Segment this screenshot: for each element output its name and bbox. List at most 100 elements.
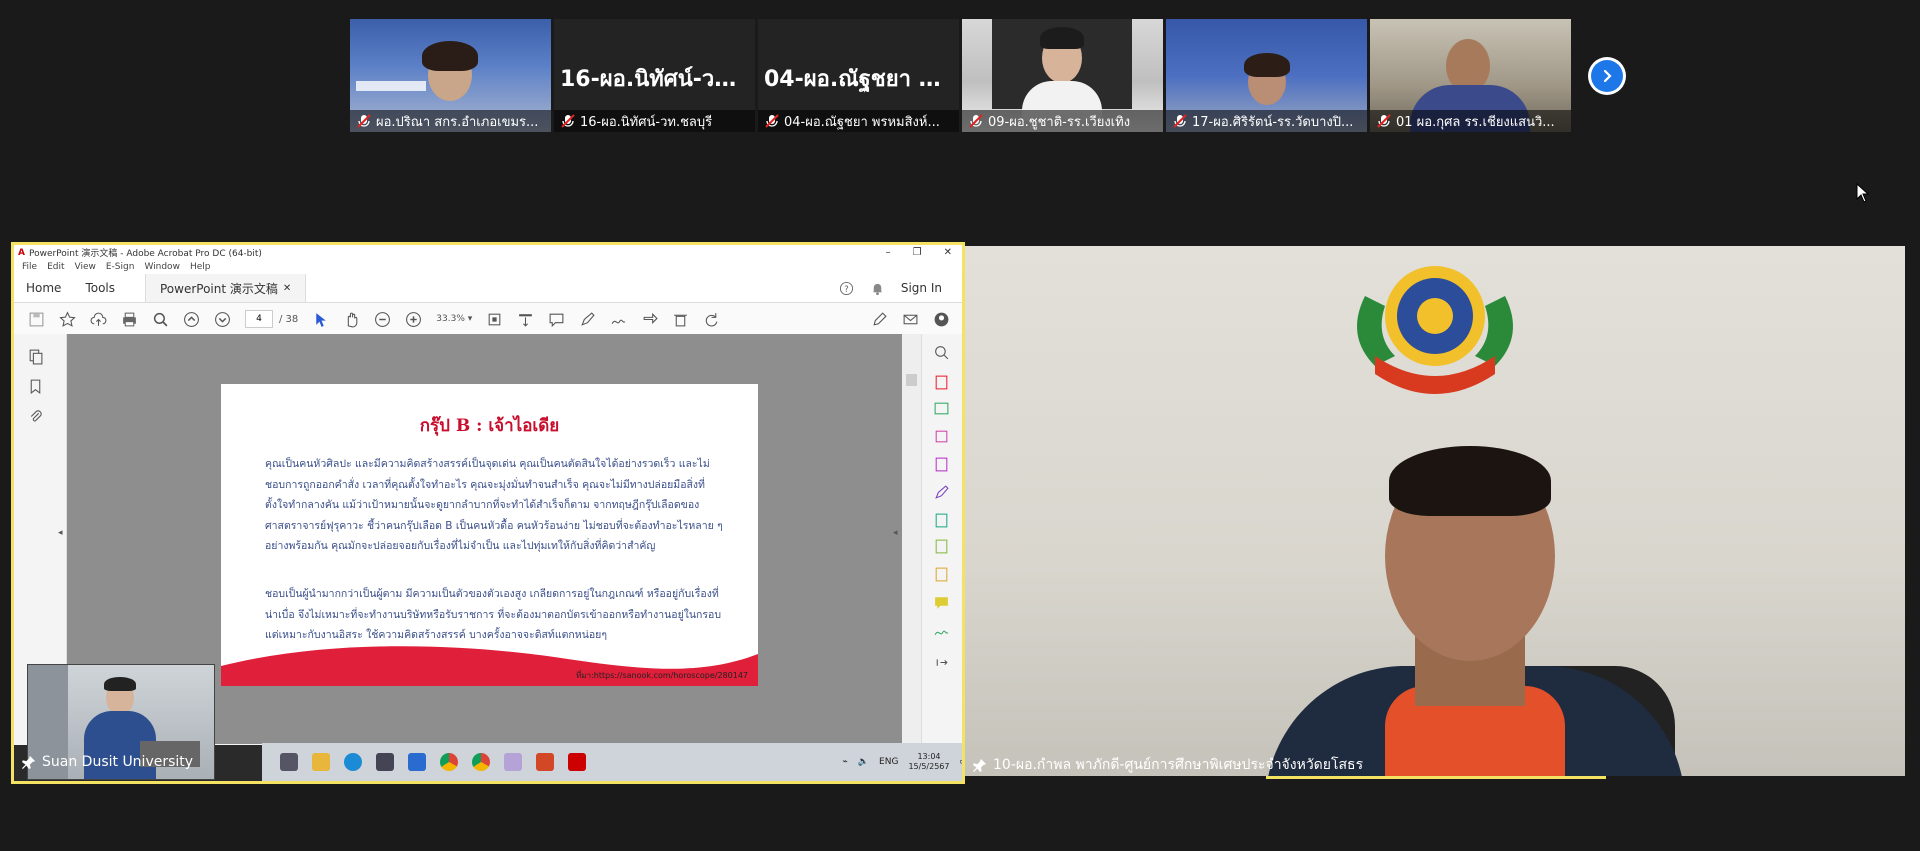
mic-muted-icon: [1173, 114, 1187, 128]
menu-view[interactable]: View: [75, 262, 96, 272]
participant-tile[interactable]: 04-ผอ.ณัฐชยา พ... 04-ผอ.ณัฐชยา พรหมสิงห์…: [758, 19, 959, 132]
scroll-mode-icon[interactable]: [517, 311, 534, 328]
participant-caption: 17-ผอ.ศิริรัตน์-รร.วัดบางปิ...: [1166, 110, 1367, 132]
zoom-search-icon[interactable]: [933, 344, 950, 361]
tab-home[interactable]: Home: [14, 281, 73, 295]
close-tab-icon[interactable]: ✕: [283, 283, 291, 294]
sign-in-button[interactable]: Sign In: [901, 281, 942, 295]
active-speaker-indicator: [1266, 776, 1606, 779]
fill-sign-icon[interactable]: [933, 484, 950, 501]
star-icon[interactable]: [59, 310, 76, 328]
search-icon[interactable]: [152, 311, 169, 328]
mic-muted-icon: [561, 114, 575, 128]
comment-icon[interactable]: [548, 311, 565, 328]
svg-text:?: ?: [844, 283, 848, 293]
participant-name-placeholder: 16-ผอ.นิทัศน์-วท...: [560, 67, 754, 92]
school-emblem-image: [1357, 266, 1513, 394]
combine-files-icon[interactable]: [933, 456, 950, 473]
edge-icon[interactable]: [344, 753, 362, 771]
clock[interactable]: 13:04 15/5/2567: [908, 752, 949, 772]
previous-page-icon[interactable]: [183, 311, 200, 328]
tab-tools[interactable]: Tools: [73, 281, 127, 295]
volume-icon[interactable]: 🔈: [858, 757, 869, 767]
next-page-button[interactable]: [1588, 57, 1626, 95]
acrobat-toolbar: / 38 33.3% ▾: [14, 303, 962, 336]
help-icon[interactable]: ?: [839, 281, 854, 296]
comment-tool-icon[interactable]: [933, 594, 950, 611]
zoom-in-icon[interactable]: [405, 311, 422, 328]
participant-tile[interactable]: 01 ผอ.กุศล รร.เชียงแสนวิ...: [1370, 19, 1571, 132]
print-icon[interactable]: [121, 311, 138, 328]
menu-window[interactable]: Window: [144, 262, 180, 272]
file-explorer-icon[interactable]: [312, 753, 330, 771]
collapse-right-icon[interactable]: ◂: [893, 528, 898, 538]
slide-title: กรุ๊ป B : เจ้าไอเดีย: [419, 416, 560, 436]
rotate-icon[interactable]: [703, 311, 720, 328]
select-cursor-icon[interactable]: [312, 311, 329, 328]
page-thumbnails-icon[interactable]: [27, 348, 44, 365]
collapse-left-icon[interactable]: ◂: [58, 528, 63, 538]
share-tile-caption: Suan Dusit University: [22, 754, 193, 770]
menu-esign[interactable]: E-Sign: [106, 262, 135, 272]
tab-document[interactable]: PowerPoint 演示文稿 ✕: [145, 274, 307, 302]
edit-pdf-icon[interactable]: [933, 428, 950, 445]
attachment-icon[interactable]: [27, 408, 44, 425]
participant-caption: 16-ผอ.นิทัศน์-วท.ชลบุรี: [554, 110, 755, 132]
mail-app-icon[interactable]: [408, 753, 426, 771]
acrobat-taskbar-icon[interactable]: [568, 753, 586, 771]
chrome-profile-icon[interactable]: [472, 753, 490, 771]
task-view-icon[interactable]: [280, 753, 298, 771]
next-page-icon[interactable]: [214, 311, 231, 328]
hand-tool-icon[interactable]: [343, 311, 360, 328]
protect-icon[interactable]: [933, 566, 950, 583]
powerpoint-icon[interactable]: [536, 753, 554, 771]
zoom-level-select[interactable]: 33.3% ▾: [436, 314, 472, 324]
participant-tile[interactable]: 16-ผอ.นิทัศน์-วท... 16-ผอ.นิทัศน์-วท.ชลบ…: [554, 19, 755, 132]
menu-bar: File Edit View E-Sign Window Help: [14, 260, 962, 274]
close-icon[interactable]: ✕: [944, 247, 952, 258]
minimize-icon[interactable]: –: [886, 247, 891, 258]
export-pdf-icon[interactable]: [933, 374, 950, 391]
menu-edit[interactable]: Edit: [47, 262, 64, 272]
participant-tile[interactable]: 17-ผอ.ศิริรัตน์-รร.วัดบางปิ...: [1166, 19, 1367, 132]
windows-taskbar: ⌁ 🔈 ENG 13:04 15/5/2567 ▭: [262, 743, 962, 781]
save-icon[interactable]: [28, 311, 45, 328]
participant-tile[interactable]: ผอ.ปริณา สกร.อำเภอเขมร...: [350, 19, 551, 132]
store-icon[interactable]: [376, 753, 394, 771]
trash-icon[interactable]: [672, 311, 689, 328]
edit-pen-icon[interactable]: [871, 311, 888, 328]
slide-source: ที่มา:https://sanook.com/horoscope/28014…: [576, 671, 748, 680]
share-export-icon[interactable]: [641, 311, 658, 328]
bookmark-icon[interactable]: [27, 378, 44, 395]
paint-icon[interactable]: [504, 753, 522, 771]
collapse-pane-icon[interactable]: [933, 654, 950, 671]
speaker-video-tile[interactable]: 10-ผอ.กำพล พาภักดี-ศูนย์การศึกษาพิเศษประ…: [965, 246, 1905, 776]
upload-cloud-icon[interactable]: [90, 311, 107, 328]
screen-share-tile[interactable]: A PowerPoint 演示文稿 - Adobe Acrobat Pro DC…: [11, 242, 965, 784]
participant-tile[interactable]: 09-ผอ.ชูชาติ-รร.เวียงเทิง: [962, 19, 1163, 132]
organize-pages-icon[interactable]: [933, 512, 950, 529]
user-account-icon[interactable]: [933, 311, 950, 328]
participant-caption: ผอ.ปริณา สกร.อำเภอเขมร...: [350, 110, 551, 132]
highlight-pen-icon[interactable]: [579, 311, 596, 328]
signature-tool-icon[interactable]: [933, 622, 950, 639]
chrome-icon[interactable]: [440, 753, 458, 771]
create-pdf-icon[interactable]: [933, 400, 950, 417]
mail-icon[interactable]: [902, 311, 919, 328]
participant-caption: 09-ผอ.ชูชาติ-รร.เวียงเทิง: [962, 110, 1163, 132]
page-number-input[interactable]: [245, 310, 273, 328]
language-indicator[interactable]: ENG: [879, 757, 898, 767]
restore-icon[interactable]: ❐: [913, 247, 922, 258]
menu-file[interactable]: File: [22, 262, 37, 272]
network-icon[interactable]: ⌁: [842, 757, 847, 767]
acrobat-logo-icon: A: [18, 247, 25, 258]
zoom-out-icon[interactable]: [374, 311, 391, 328]
enhance-scan-icon[interactable]: [933, 538, 950, 555]
vertical-scrollbar[interactable]: [902, 334, 921, 744]
participant-caption: 04-ผอ.ณัฐชยา พรหมสิงห์...: [758, 110, 959, 132]
menu-help[interactable]: Help: [190, 262, 211, 272]
fit-page-icon[interactable]: [486, 311, 503, 328]
bell-icon[interactable]: [870, 281, 885, 296]
sign-icon[interactable]: [610, 311, 627, 328]
system-tray: ⌁ 🔈 ENG 13:04 15/5/2567 ▭: [842, 752, 962, 772]
